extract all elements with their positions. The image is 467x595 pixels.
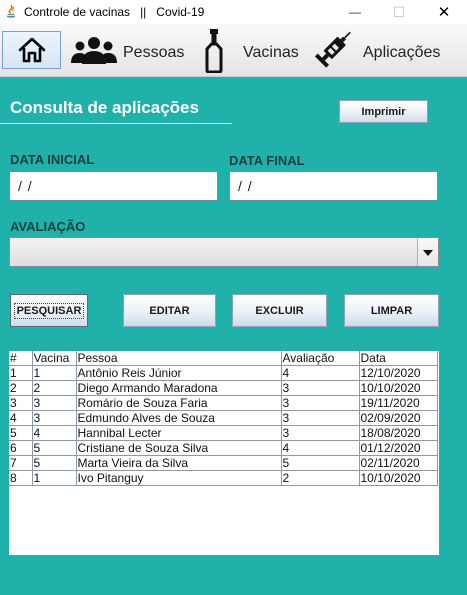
title-underline [0,123,232,124]
minimize-icon: — [349,5,361,19]
table-cell[interactable]: 5 [9,425,33,441]
table-cell[interactable]: Antônio Reis Júnior [75,365,282,381]
minimize-button[interactable]: — [333,0,377,24]
avaliacao-label: AVALIAÇÃO [10,219,86,234]
table-cell[interactable]: 3 [31,410,77,426]
table-cell[interactable]: 1 [31,365,77,381]
close-button[interactable]: ✕ [422,0,466,24]
aplicacoes-table: # Vacina Pessoa Avaliação Data 1 1 Antônio… [9,351,438,486]
column-header[interactable]: Vacina [31,351,77,366]
table-row[interactable]: 6 5 Cristiane de Souza Silva 4 01/12/2020 [9,440,438,456]
data-inicial-label: DATA INICIAL [10,152,95,167]
table-cell[interactable]: 4 [31,425,77,441]
home-button[interactable] [2,31,61,69]
table-cell[interactable]: 1 [9,365,33,381]
toolbar-pessoas[interactable]: Pessoas [70,32,184,68]
pesquisar-label: PESQUISAR [13,302,85,319]
table-row[interactable]: 4 3 Edmundo Alves de Souza 3 02/09/2020 [9,410,438,426]
table-header-row: # Vacina Pessoa Avaliação Data [9,351,438,366]
table-cell[interactable]: 2 [31,380,77,396]
table-cell[interactable]: 4 [9,410,33,426]
vaccine-vial-icon [205,29,223,73]
table-cell[interactable]: 1 [31,470,77,486]
avaliacao-dropdown-button[interactable] [417,238,438,266]
table-row[interactable]: 3 3 Romário de Souza Faria 3 19/11/2020 [9,395,438,411]
table-row[interactable]: 2 2 Diego Armando Maradona 3 10/10/2020 [9,380,438,396]
table-cell[interactable]: 8 [9,470,33,486]
table-cell[interactable]: 3 [9,395,33,411]
table-cell[interactable]: 3 [280,380,360,396]
table-cell[interactable]: 5 [280,455,360,471]
table-cell[interactable]: 18/08/2020 [358,425,438,441]
table-cell[interactable]: 4 [280,440,360,456]
table-cell[interactable]: 5 [31,440,77,456]
table-cell[interactable]: Cristiane de Souza Silva [75,440,282,456]
table-cell[interactable]: 3 [280,395,360,411]
data-inicial-field[interactable]: / / [9,171,218,201]
table-cell[interactable]: Edmundo Alves de Souza [75,410,282,426]
maximize-button[interactable]: ☐ [377,0,421,24]
print-button[interactable]: Imprimir [339,100,428,123]
window-titlebar: Controle de vacinas || Covid-19 — ☐ ✕ [0,0,467,24]
table-cell[interactable]: 2 [9,380,33,396]
table-row[interactable]: 7 5 Marta Vieira da Silva 5 02/11/2020 [9,455,438,471]
table-row[interactable]: 1 1 Antônio Reis Júnior 4 12/10/2020 [9,365,438,381]
home-icon [18,37,46,63]
page-title: Consulta de aplicações [10,98,199,117]
toolbar-aplicacoes[interactable]: Aplicações [312,31,462,68]
syringe-icon [314,31,351,68]
table-cell[interactable]: Diego Armando Maradona [75,380,282,396]
table-cell[interactable]: 2 [280,470,360,486]
table-cell[interactable]: 10/10/2020 [358,470,438,486]
data-final-label: DATA FINAL [229,153,305,168]
people-icon [71,37,117,64]
table-cell[interactable]: 12/10/2020 [358,365,438,381]
table-cell[interactable]: Marta Vieira da Silva [75,455,282,471]
table-cell[interactable]: 3 [31,395,77,411]
toolbar-aplicacoes-label: Aplicações [363,44,441,61]
data-final-field[interactable]: / / [229,171,438,201]
table-cell[interactable]: 3 [280,410,360,426]
table-cell[interactable]: 10/10/2020 [358,380,438,396]
avaliacao-select[interactable] [9,237,439,267]
table-cell[interactable]: Ivo Pitanguy [75,470,282,486]
toolbar-vacinas[interactable]: Vacinas [203,29,303,73]
java-app-icon [6,4,16,18]
table-row[interactable]: 5 4 Hannibal Lecter 3 18/08/2020 [9,425,438,441]
column-header[interactable]: # [9,351,33,366]
chevron-down-icon [423,250,433,256]
table-cell[interactable]: 6 [9,440,33,456]
toolbar-pessoas-label: Pessoas [123,44,185,61]
table-cell[interactable]: 02/11/2020 [358,455,438,471]
editar-button[interactable]: EDITAR [123,294,216,327]
toolbar-vacinas-label: Vacinas [243,44,299,61]
pesquisar-button[interactable]: PESQUISAR [10,294,88,327]
table-cell[interactable]: Romário de Souza Faria [75,395,282,411]
column-header[interactable]: Avaliação [280,351,360,366]
maximize-icon: ☐ [392,3,406,20]
table-cell[interactable]: 3 [280,425,360,441]
excluir-button[interactable]: EXCLUIR [232,294,327,327]
table-cell[interactable]: 19/11/2020 [358,395,438,411]
table-cell[interactable]: 7 [9,455,33,471]
table-cell[interactable]: Hannibal Lecter [75,425,282,441]
table-cell[interactable]: 5 [31,455,77,471]
column-header[interactable]: Data [358,351,438,366]
window-title: Controle de vacinas || Covid-19 [24,5,205,19]
main-toolbar: Pessoas Vacinas Aplicações [0,24,467,77]
table-cell[interactable]: 4 [280,365,360,381]
table-row[interactable]: 8 1 Ivo Pitanguy 2 10/10/2020 [9,470,438,486]
limpar-button[interactable]: LIMPAR [344,294,439,327]
table-cell[interactable]: 01/12/2020 [358,440,438,456]
close-icon: ✕ [437,4,451,21]
aplicacoes-table-panel: # Vacina Pessoa Avaliação Data 1 1 Antônio… [9,351,439,555]
column-header[interactable]: Pessoa [75,351,282,366]
table-cell[interactable]: 02/09/2020 [358,410,438,426]
